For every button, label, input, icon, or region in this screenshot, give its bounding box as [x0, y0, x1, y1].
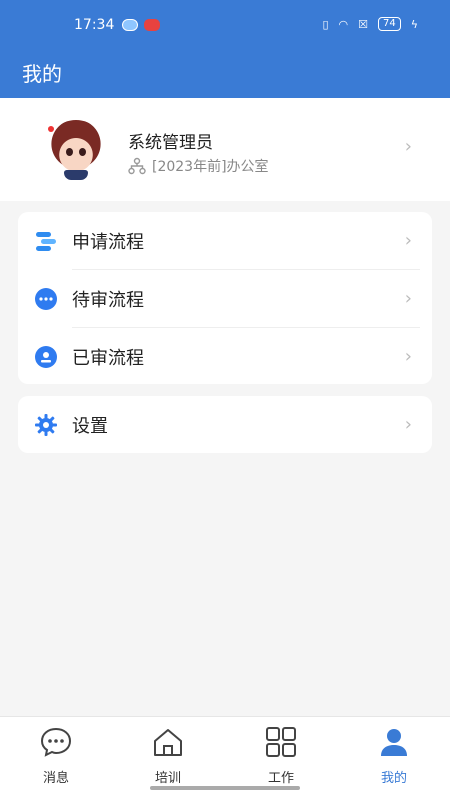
chevron-right-icon: › — [404, 288, 412, 309]
chevron-right-icon: › — [404, 346, 412, 367]
cloud-app-icon — [122, 19, 138, 31]
status-bar: 17:34 ▯ ◠ ☒ 74 ϟ — [0, 0, 450, 50]
pending-process-icon — [35, 287, 57, 310]
home-indicator — [150, 786, 300, 790]
chevron-right-icon: › — [404, 230, 412, 251]
top-app-bar: 17:34 ▯ ◠ ☒ 74 ϟ 我的 — [0, 0, 450, 98]
profile-name: 系统管理员 — [128, 133, 213, 153]
apply-process-icon — [36, 231, 56, 251]
tab-label: 工作 — [267, 771, 294, 786]
hair-bow-icon — [48, 126, 54, 132]
tab-label: 培训 — [154, 771, 181, 786]
red-app-icon — [144, 19, 160, 31]
sim-icon: ☒ — [358, 17, 368, 31]
message-icon — [40, 727, 72, 757]
avatar — [46, 120, 106, 180]
org-tree-icon — [128, 157, 146, 175]
chevron-right-icon: › — [404, 136, 412, 157]
chevron-right-icon: › — [404, 414, 412, 435]
wifi-icon: ◠ — [338, 17, 349, 31]
charging-icon: ϟ — [410, 17, 418, 31]
tab-work[interactable]: 工作 — [251, 727, 311, 786]
tab-profile[interactable]: 我的 — [364, 727, 424, 786]
menu-item-apply-process[interactable]: 申请流程 › — [18, 212, 432, 269]
profile-person-icon — [381, 729, 407, 756]
tab-label: 消息 — [42, 771, 69, 786]
tab-label: 我的 — [380, 771, 407, 786]
menu-item-settings[interactable]: 设置 › — [18, 396, 432, 453]
menu-item-label: 待审流程 — [72, 289, 144, 311]
process-menu-card: 申请流程 › 待审流程 › 已审流程 › — [18, 212, 432, 384]
training-home-icon — [154, 729, 182, 756]
work-grid-icon — [266, 727, 296, 757]
menu-item-label: 设置 — [72, 415, 108, 437]
status-notification-icons — [122, 19, 160, 31]
status-system-icons: ▯ ◠ ☒ 74 ϟ — [322, 17, 418, 31]
vibrate-icon: ▯ — [322, 17, 329, 31]
tab-training[interactable]: 培训 — [138, 727, 198, 786]
page-title: 我的 — [22, 62, 62, 86]
menu-item-pending-process[interactable]: 待审流程 › — [18, 270, 432, 327]
settings-gear-icon — [35, 413, 57, 436]
settings-card: 设置 › — [18, 396, 432, 453]
menu-item-label: 已审流程 — [72, 347, 144, 369]
profile-org-label: [2023年前]办公室 — [152, 159, 269, 175]
menu-item-label: 申请流程 — [72, 231, 144, 253]
profile-org: [2023年前]办公室 — [128, 156, 269, 176]
battery-icon: 74 — [378, 17, 401, 31]
profile-card[interactable]: › — [0, 98, 450, 201]
tab-messages[interactable]: 消息 — [26, 727, 86, 786]
menu-item-reviewed-process[interactable]: 已审流程 › — [18, 328, 432, 385]
status-time: 17:34 — [74, 17, 115, 33]
reviewed-process-icon — [35, 345, 57, 368]
